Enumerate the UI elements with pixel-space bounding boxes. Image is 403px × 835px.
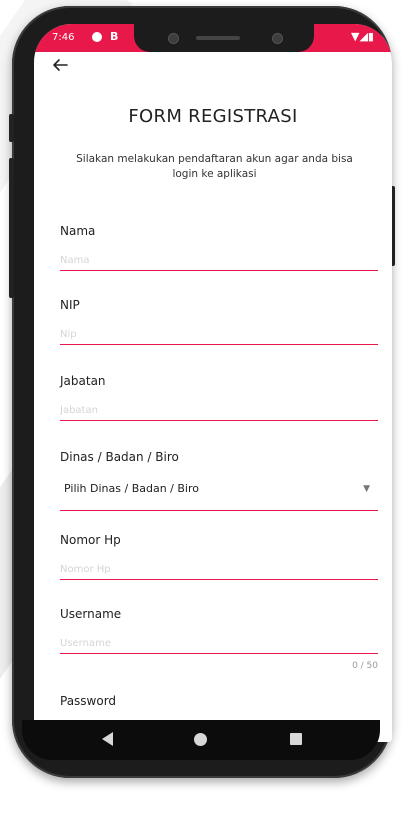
nama-label: Nama	[60, 224, 96, 238]
nomor-hp-label: Nomor Hp	[60, 533, 121, 547]
page-subtitle: Silakan melakukan pendaftaran akun agar …	[76, 153, 353, 180]
phone-frame: 7:46 B ▼◢▮ FORM REGISTRASI Silakan melak…	[9, 6, 395, 778]
nip-underline	[60, 344, 378, 345]
password-label: Password	[60, 694, 117, 708]
username-label: Username	[60, 607, 122, 621]
username-char-counter: 0 / 50	[352, 661, 378, 671]
nav-home-icon[interactable]	[194, 733, 207, 746]
caret-down-icon: ▼	[363, 484, 370, 494]
nama-input[interactable]	[60, 250, 378, 270]
sensor-icon	[272, 33, 283, 44]
camera-icon	[168, 33, 179, 44]
nip-field: NIP	[60, 298, 378, 345]
speaker-grille	[196, 36, 240, 40]
page-title: FORM REGISTRASI	[128, 106, 298, 127]
dinas-selected-value: Pilih Dinas / Badan / Biro	[64, 482, 199, 495]
dinas-label: Dinas / Badan / Biro	[60, 450, 179, 464]
app-screen: 7:46 B ▼◢▮ FORM REGISTRASI Silakan melak…	[34, 24, 392, 742]
password-field: Password	[60, 694, 378, 740]
camera-notch	[134, 24, 314, 52]
jabatan-field: Jabatan	[60, 374, 378, 421]
dinas-select[interactable]: Pilih Dinas / Badan / Biro ▼	[60, 478, 378, 500]
nama-field: Nama	[60, 224, 378, 271]
nip-label: NIP	[60, 298, 80, 312]
nomor-hp-input[interactable]	[60, 559, 378, 579]
back-arrow-icon[interactable]	[52, 56, 68, 76]
jabatan-input[interactable]	[60, 400, 378, 420]
volume-up-button	[9, 114, 14, 142]
signal-battery-icons: ▼◢▮	[351, 30, 374, 43]
nomor-hp-underline	[60, 579, 378, 580]
nama-underline	[60, 270, 378, 271]
jabatan-label: Jabatan	[60, 374, 106, 388]
nip-input[interactable]	[60, 324, 378, 344]
nomor-hp-field: Nomor Hp	[60, 533, 378, 580]
username-input[interactable]	[60, 633, 378, 653]
dinas-field: Dinas / Badan / Biro Pilih Dinas / Badan…	[60, 450, 378, 511]
notification-b-icon: B	[110, 30, 119, 43]
notification-dot-icon	[92, 32, 102, 42]
status-time: 7:46	[52, 32, 75, 43]
jabatan-underline	[60, 420, 378, 421]
dinas-underline	[60, 510, 378, 511]
nav-recent-apps-icon[interactable]	[290, 733, 302, 745]
nav-back-icon[interactable]	[102, 732, 113, 746]
system-nav-bar	[22, 720, 380, 760]
volume-down-button	[9, 158, 14, 298]
username-field: Username 0 / 50	[60, 607, 378, 671]
username-underline	[60, 653, 378, 654]
arrow-left-icon	[53, 59, 68, 71]
